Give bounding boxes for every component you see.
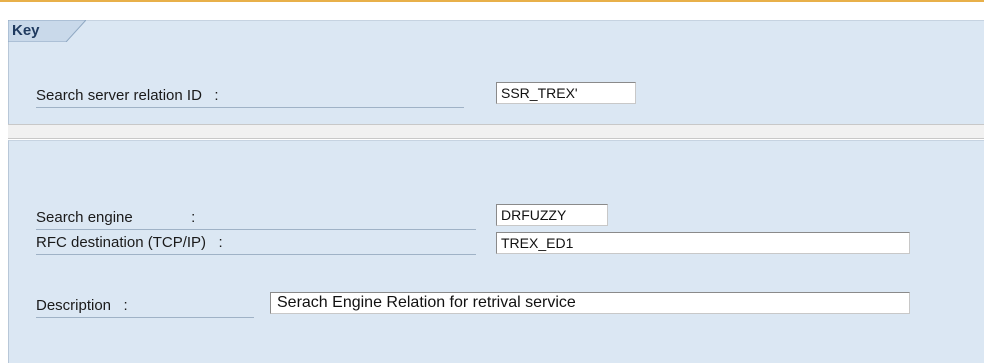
search-engine-field[interactable]: DRFUZZY — [496, 204, 608, 226]
tab-key[interactable]: Key — [8, 20, 86, 42]
search-engine-label: Search engine : — [36, 207, 476, 230]
key-section — [8, 20, 984, 124]
search-server-relation-label: Search server relation ID : — [36, 85, 464, 108]
section-divider — [8, 124, 984, 139]
description-field[interactable]: Serach Engine Relation for retrival serv… — [270, 292, 910, 314]
top-cropped-strip — [0, 2, 984, 20]
search-server-relation-id-field[interactable]: SSR_TREX' — [496, 82, 636, 104]
rfc-destination-field[interactable]: TREX_ED1 — [496, 232, 910, 254]
description-label: Description : — [36, 295, 254, 318]
rfc-destination-label: RFC destination (TCP/IP) : — [36, 232, 476, 255]
tab-key-label: Key — [12, 22, 40, 39]
